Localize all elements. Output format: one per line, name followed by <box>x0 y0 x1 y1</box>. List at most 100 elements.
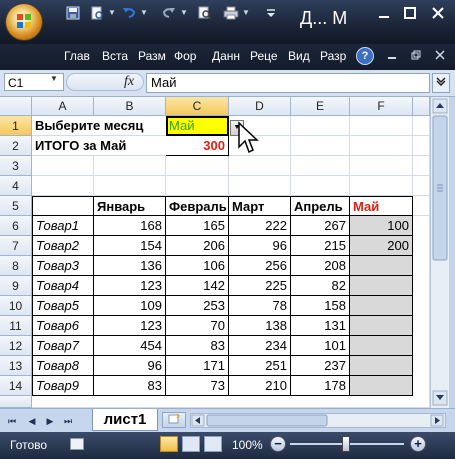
find-icon[interactable] <box>196 6 214 24</box>
undo-icon[interactable] <box>120 6 138 24</box>
table-cell[interactable]: 234 <box>229 336 291 356</box>
row-header-3[interactable]: 3 <box>0 156 32 176</box>
table-cell[interactable]: 123 <box>94 276 166 296</box>
cell-g5[interactable] <box>413 196 430 216</box>
normal-view-icon[interactable] <box>160 436 178 452</box>
last-sheet-icon[interactable]: ⏭ <box>62 414 74 428</box>
tab-home[interactable]: Глав <box>64 49 90 63</box>
save-icon[interactable] <box>64 6 82 24</box>
table-cell[interactable]: 73 <box>166 376 229 396</box>
table-cell[interactable]: 253 <box>166 296 229 316</box>
table-header-feb[interactable]: Февраль <box>166 196 229 216</box>
select-all-corner[interactable] <box>0 97 32 116</box>
col-header-d[interactable]: D <box>229 97 291 116</box>
tab-data[interactable]: Данн <box>212 49 240 63</box>
cell-d4[interactable] <box>229 176 291 196</box>
table-cell[interactable]: 251 <box>229 356 291 376</box>
col-header-b[interactable]: B <box>94 97 166 116</box>
table-row-product[interactable]: Товар6 <box>32 316 94 336</box>
table-cell-may[interactable] <box>350 296 413 316</box>
tab-layout[interactable]: Разм <box>138 49 166 63</box>
table-cell[interactable]: 210 <box>229 376 291 396</box>
table-cell-may[interactable] <box>350 376 413 396</box>
table-cell[interactable]: 123 <box>94 316 166 336</box>
table-cell[interactable]: 138 <box>229 316 291 336</box>
customize-icon[interactable] <box>262 6 280 24</box>
table-cell[interactable]: 215 <box>291 236 350 256</box>
table-cell-may[interactable] <box>350 256 413 276</box>
print-icon[interactable] <box>222 6 240 24</box>
formula-input[interactable]: Май <box>146 73 430 93</box>
row-header-12[interactable]: 12 <box>0 336 32 356</box>
office-button[interactable] <box>6 4 42 40</box>
cell-g2[interactable] <box>413 136 430 156</box>
tab-insert[interactable]: Вста <box>102 49 128 63</box>
function-icon[interactable]: fx <box>124 74 134 90</box>
help-icon[interactable]: ? <box>356 47 374 65</box>
cell-g4[interactable] <box>413 176 430 196</box>
tab-view[interactable]: Вид <box>288 49 310 63</box>
cell-e3[interactable] <box>291 156 350 176</box>
row-header-7[interactable]: 7 <box>0 236 32 256</box>
table-cell-may[interactable] <box>350 336 413 356</box>
table-cell[interactable]: 96 <box>229 236 291 256</box>
tab-formulas[interactable]: Фор <box>174 49 196 63</box>
table-cell[interactable]: 78 <box>229 296 291 316</box>
chevron-down-icon[interactable]: ▼ <box>140 8 148 17</box>
table-row-product[interactable]: Товар9 <box>32 376 94 396</box>
table-cell[interactable]: 106 <box>166 256 229 276</box>
table-cell-may[interactable] <box>350 316 413 336</box>
table-cell[interactable]: 171 <box>166 356 229 376</box>
table-header-apr[interactable]: Апрель <box>291 196 350 216</box>
cell-c2-total[interactable]: 300 <box>166 136 229 156</box>
insert-sheet-icon[interactable] <box>162 412 186 428</box>
zoom-in-icon[interactable]: + <box>410 436 426 452</box>
cell-e1[interactable] <box>291 116 350 136</box>
table-cell[interactable]: 101 <box>291 336 350 356</box>
chevron-down-icon[interactable]: ▼ <box>50 74 58 83</box>
col-header-c[interactable]: C <box>166 97 229 116</box>
table-cell[interactable]: 158 <box>291 296 350 316</box>
cell-a3[interactable] <box>32 156 94 176</box>
expand-formula-icon[interactable] <box>432 73 450 93</box>
table-row-product[interactable]: Товар8 <box>32 356 94 376</box>
table-cell[interactable]: 131 <box>291 316 350 336</box>
zoom-slider-thumb[interactable] <box>342 436 350 452</box>
table-cell[interactable]: 165 <box>166 216 229 236</box>
ribbon-close-icon[interactable] <box>432 47 448 65</box>
cell-b3[interactable] <box>94 156 166 176</box>
chevron-down-icon[interactable]: ▼ <box>108 8 116 17</box>
cell-b4[interactable] <box>94 176 166 196</box>
table-header-mar[interactable]: Март <box>229 196 291 216</box>
table-cell[interactable]: 136 <box>94 256 166 276</box>
ribbon-minimize-icon[interactable] <box>384 47 400 65</box>
cell-a5[interactable] <box>32 196 94 216</box>
row-header-5[interactable]: 5 <box>0 196 32 216</box>
row-header-8[interactable]: 8 <box>0 256 32 276</box>
table-cell[interactable]: 178 <box>291 376 350 396</box>
row-header-15[interactable] <box>0 396 32 408</box>
col-header-e[interactable]: E <box>291 97 350 116</box>
print-preview-icon[interactable] <box>88 6 106 24</box>
table-row-product[interactable]: Товар2 <box>32 236 94 256</box>
table-cell[interactable]: 82 <box>291 276 350 296</box>
col-header-f[interactable]: F <box>350 97 413 116</box>
tab-review[interactable]: Реце <box>250 49 278 63</box>
sheet-tab-list1[interactable]: лист1 <box>92 409 158 431</box>
macro-record-icon[interactable] <box>70 438 84 450</box>
table-cell[interactable]: 206 <box>166 236 229 256</box>
table-cell[interactable]: 168 <box>94 216 166 236</box>
row-header-14[interactable]: 14 <box>0 376 32 396</box>
table-cell-may[interactable]: 200 <box>350 236 413 256</box>
cell-e2[interactable] <box>291 136 350 156</box>
row-header-6[interactable]: 6 <box>0 216 32 236</box>
table-cell[interactable]: 83 <box>94 376 166 396</box>
table-header-jan[interactable]: Январь <box>94 196 166 216</box>
row-header-2[interactable]: 2 <box>0 136 32 156</box>
table-cell[interactable]: 225 <box>229 276 291 296</box>
table-cell[interactable]: 142 <box>166 276 229 296</box>
table-cell-may[interactable] <box>350 356 413 376</box>
first-sheet-icon[interactable]: ⏮ <box>6 414 18 428</box>
chevron-down-icon[interactable]: ▼ <box>180 8 188 17</box>
chevron-down-icon[interactable]: ▼ <box>242 8 250 17</box>
